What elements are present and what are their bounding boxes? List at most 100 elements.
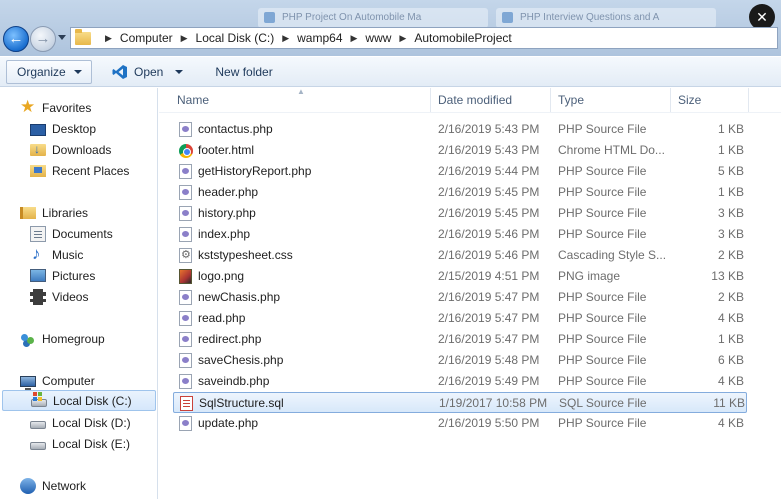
file-type: PHP Source File	[558, 206, 647, 220]
sidebar-item-favorites[interactable]: Favorites	[20, 97, 157, 118]
sidebar-item-recent-places[interactable]: Recent Places	[30, 160, 157, 181]
sidebar-item-videos[interactable]: Videos	[30, 286, 157, 307]
sidebar-item-label: Network	[42, 478, 87, 493]
file-size: 5 KB	[717, 164, 744, 178]
column-header-name[interactable]: ▲ Name	[159, 87, 431, 112]
sidebar-item-music[interactable]: Music	[30, 244, 157, 265]
sidebar-item-label: Downloads	[52, 142, 112, 157]
sidebar-item-network[interactable]: Network	[20, 475, 157, 496]
chevron-right-icon[interactable]: ▶	[399, 33, 406, 44]
videos-icon	[30, 288, 46, 305]
file-size: 6 KB	[717, 353, 744, 367]
sidebar-item-local-disk-d[interactable]: Local Disk (D:)	[30, 412, 157, 433]
column-header-label: Type	[558, 93, 585, 107]
php-file-icon	[179, 206, 192, 221]
table-row[interactable]: header.php 2/16/2019 5:45 PM PHP Source Fi…	[173, 182, 747, 203]
command-bar: Organize Open New folder	[0, 57, 781, 87]
php-file-icon	[179, 311, 192, 326]
sidebar-item-libraries[interactable]: Libraries	[20, 202, 157, 223]
open-button[interactable]: Open	[102, 60, 193, 84]
desktop-icon	[30, 123, 46, 136]
sidebar-item-label: Videos	[52, 289, 89, 304]
php-file-icon	[179, 353, 192, 368]
file-type: Cascading Style S...	[558, 248, 667, 262]
sidebar-item-pictures[interactable]: Pictures	[30, 265, 157, 286]
navigation-pane: Favorites Desktop Downloads Recent Place…	[0, 88, 158, 499]
breadcrumb-local-disk-c[interactable]: Local Disk (C:)	[196, 31, 275, 45]
file-list: ▲ Name Date modified Type Size contactus…	[159, 87, 781, 499]
chevron-right-icon[interactable]: ▶	[105, 33, 112, 44]
sidebar-item-label: Local Disk (C:)	[53, 393, 132, 408]
table-row[interactable]: SqlStructure.sql 1/19/2017 10:58 PM SQL So…	[173, 392, 747, 413]
sidebar-item-local-disk-e[interactable]: Local Disk (E:)	[30, 433, 157, 454]
table-row[interactable]: update.php 2/16/2019 5:50 PM PHP Source Fi…	[173, 413, 747, 434]
column-header-date-modified[interactable]: Date modified	[431, 88, 551, 112]
sql-file-icon	[180, 396, 193, 411]
chrome-icon	[179, 144, 193, 158]
system-drive-icon	[31, 392, 47, 407]
background-browser-tab: PHP Interview Questions and A	[496, 8, 716, 28]
table-row[interactable]: newChasis.php 2/16/2019 5:47 PM PHP Source…	[173, 287, 747, 308]
address-bar[interactable]: ▶ Computer ▶ Local Disk (C:) ▶ wamp64 ▶ …	[70, 27, 778, 49]
column-header-type[interactable]: Type	[551, 88, 671, 112]
table-row[interactable]: getHistoryReport.php 2/16/2019 5:44 PM PHP…	[173, 161, 747, 182]
file-type: PHP Source File	[558, 164, 647, 178]
table-row[interactable]: saveChesis.php 2/16/2019 5:48 PM PHP Sourc…	[173, 350, 747, 371]
sidebar-item-computer[interactable]: Computer	[20, 370, 157, 391]
sidebar-item-label: Desktop	[52, 121, 97, 136]
chevron-down-icon	[73, 69, 82, 74]
php-file-icon	[179, 290, 192, 305]
background-tab-label: PHP Project On Automobile Ma	[282, 12, 422, 23]
sidebar-item-documents[interactable]: Documents	[30, 223, 157, 244]
background-browser-tab: PHP Project On Automobile Ma	[258, 8, 488, 28]
table-row[interactable]: footer.html 2/16/2019 5:43 PM Chrome HTML …	[173, 140, 747, 161]
organize-button[interactable]: Organize	[6, 59, 92, 84]
table-row[interactable]: contactus.php 2/16/2019 5:43 PM PHP Source…	[173, 119, 747, 140]
music-icon	[30, 244, 46, 264]
table-row[interactable]: kststypesheet.css 2/16/2019 5:46 PM Cascad…	[173, 245, 747, 266]
sidebar-item-downloads[interactable]: Downloads	[30, 139, 157, 160]
sidebar-item-label: Documents	[52, 226, 113, 241]
table-row[interactable]: redirect.php 2/16/2019 5:47 PM PHP Source …	[173, 329, 747, 350]
file-type: PNG image	[558, 269, 621, 283]
file-type: PHP Source File	[558, 227, 647, 241]
breadcrumb-www[interactable]: www	[365, 31, 391, 45]
breadcrumb-automobileproject[interactable]: AutomobileProject	[414, 31, 511, 45]
pictures-icon	[30, 269, 46, 282]
file-size: 3 KB	[717, 227, 744, 241]
background-tab-label: PHP Interview Questions and A	[520, 12, 660, 23]
file-size: 2 KB	[717, 290, 744, 304]
column-header-label: Size	[678, 93, 702, 107]
file-date-modified: 2/15/2019 4:51 PM	[438, 269, 540, 283]
table-row[interactable]: logo.png 2/15/2019 4:51 PM PNG image 13 KB	[173, 266, 747, 287]
sidebar-item-desktop[interactable]: Desktop	[30, 118, 157, 139]
forward-button[interactable]: →	[30, 26, 56, 52]
breadcrumb-wamp64[interactable]: wamp64	[297, 31, 342, 45]
chevron-right-icon[interactable]: ▶	[181, 33, 188, 44]
file-size: 1 KB	[717, 185, 744, 199]
chevron-right-icon[interactable]: ▶	[282, 33, 289, 44]
chevron-down-icon[interactable]	[175, 69, 184, 74]
sidebar-item-label: Music	[52, 247, 84, 262]
file-name: header.php	[198, 185, 259, 199]
php-file-icon	[179, 374, 192, 389]
file-name: index.php	[198, 227, 251, 241]
file-size: 1 KB	[717, 332, 744, 346]
php-file-icon	[179, 227, 192, 242]
table-row[interactable]: saveindb.php 2/16/2019 5:49 PM PHP Source …	[173, 371, 747, 392]
file-size: 4 KB	[717, 374, 744, 388]
file-name: getHistoryReport.php	[198, 164, 312, 178]
column-header-size[interactable]: Size	[671, 88, 749, 112]
table-row[interactable]: index.php 2/16/2019 5:46 PM PHP Source Fil…	[173, 224, 747, 245]
table-row[interactable]: read.php 2/16/2019 5:47 PM PHP Source File…	[173, 308, 747, 329]
tab-favicon-icon	[264, 12, 275, 23]
sidebar-item-homegroup[interactable]: Homegroup	[20, 328, 157, 349]
sidebar-item-local-disk-c[interactable]: Local Disk (C:)	[2, 390, 156, 411]
breadcrumb-computer[interactable]: Computer	[120, 31, 173, 45]
file-name: SqlStructure.sql	[199, 396, 284, 410]
table-row[interactable]: history.php 2/16/2019 5:45 PM PHP Source F…	[173, 203, 747, 224]
recent-pages-dropdown-icon[interactable]	[58, 35, 66, 40]
new-folder-button[interactable]: New folder	[205, 60, 282, 84]
back-button[interactable]: ←	[3, 26, 29, 52]
chevron-right-icon[interactable]: ▶	[351, 33, 358, 44]
